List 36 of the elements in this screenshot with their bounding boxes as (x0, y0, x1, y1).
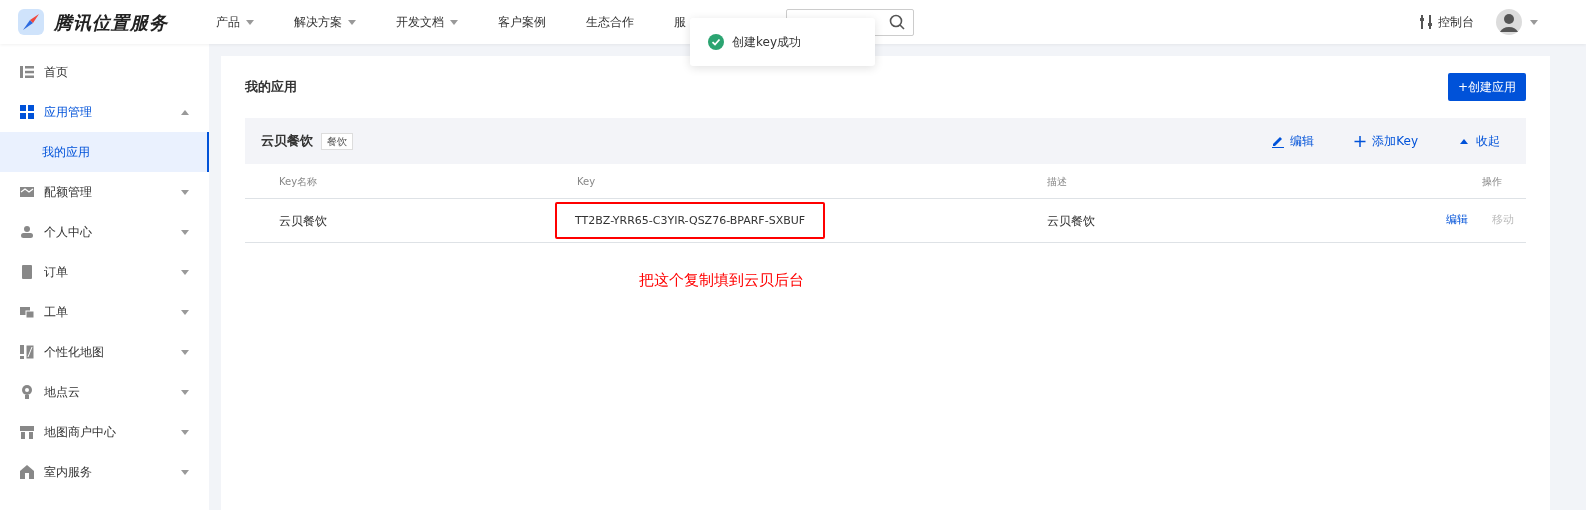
category-tag: 餐饮 (321, 132, 353, 150)
sidebar-item[interactable]: 地点云 (0, 372, 209, 412)
edit-action[interactable]: 编辑 (1272, 132, 1315, 150)
create-app-button[interactable]: +创建应用 (1447, 73, 1526, 101)
page-title: 我的应用 (245, 78, 297, 97)
nav-link[interactable]: 客户案例 (498, 13, 546, 31)
sidebar-item[interactable]: 室内服务 (0, 452, 209, 492)
table-cell: 云贝餐饮 (1047, 213, 1095, 228)
column-header: 描述 (1047, 176, 1067, 187)
sidebar-item[interactable]: 个人中心 (0, 212, 209, 252)
row-action-link[interactable]: 编辑 (1446, 212, 1468, 229)
sidebar-item[interactable]: 订单 (0, 252, 209, 292)
table-cell: 云贝餐饮 (279, 213, 327, 228)
sidebar-item[interactable]: 首页 (0, 52, 209, 92)
column-header: Key名称 (279, 176, 318, 187)
column-header: 操作 (1482, 174, 1502, 189)
nav-link[interactable]: 解决方案 (294, 13, 356, 31)
app-name: 云贝餐饮 (261, 132, 313, 151)
sidebar-item[interactable]: 地图商户中心 (0, 412, 209, 452)
key-cell: TT2BZ-YRR65-C3YIR-QSZ76-BPARF-SXBUF (555, 202, 826, 240)
brand-name[interactable]: 腾讯位置服务 (54, 8, 168, 36)
nav-link[interactable]: 产品 (216, 13, 254, 31)
nav-link[interactable]: 生态合作 (586, 13, 634, 31)
sidebar-item[interactable]: 个性化地图 (0, 332, 209, 372)
annotation-text: 把这个复制填到云贝后台 (639, 270, 804, 291)
add-action[interactable]: 添加Key (1354, 132, 1418, 150)
nav-link[interactable]: 服 (674, 13, 686, 31)
toast-message: 创建key成功 (732, 34, 801, 51)
column-header: Key (577, 176, 596, 187)
collapse-action[interactable]: 收起 (1458, 132, 1500, 150)
sidebar-subitem[interactable]: 我的应用 (0, 132, 209, 172)
console-link[interactable]: 控制台 (1420, 13, 1474, 31)
sidebar-item[interactable]: 工单 (0, 292, 209, 332)
sidebar-item[interactable]: 配额管理 (0, 172, 209, 212)
sidebar-item[interactable]: 应用管理 (0, 92, 209, 132)
nav-link[interactable]: 开发文档 (396, 13, 458, 31)
